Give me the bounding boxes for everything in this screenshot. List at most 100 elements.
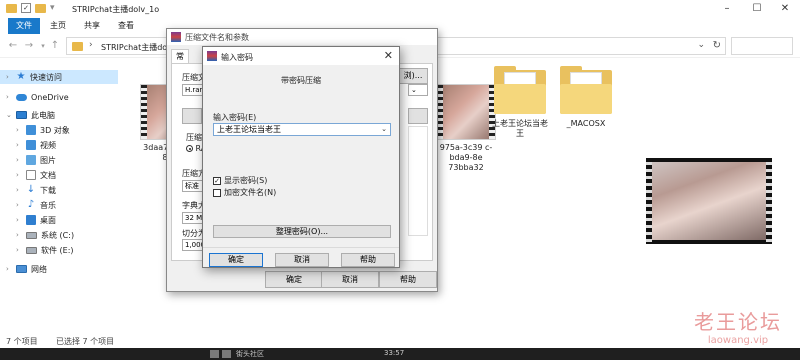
expand-icon[interactable]: › — [6, 93, 12, 101]
taskbar: 街头社区 33:57 — [0, 348, 800, 360]
sidebar-item-music[interactable]: › ♪ 音乐 — [16, 198, 56, 212]
sidebar-item-label: 快速访问 — [30, 72, 62, 82]
sidebar-item-drive-e[interactable]: › 软件 (E:) — [16, 243, 74, 257]
expand-icon[interactable]: › — [16, 246, 22, 254]
expand-icon[interactable]: › — [16, 171, 22, 179]
taskbar-item-label[interactable]: 街头社区 — [236, 349, 264, 359]
sidebar-item-label: 图片 — [40, 155, 56, 165]
organize-passwords-button[interactable]: 整理密码(O)... — [213, 225, 391, 238]
sidebar-item-label: 音乐 — [40, 200, 56, 210]
back-icon[interactable]: ← — [6, 39, 20, 53]
sidebar-item-quick-access[interactable]: › ★ 快速访问 — [0, 70, 118, 84]
cancel-button[interactable]: 取消 — [275, 253, 329, 267]
password-label: 输入密码(E) — [213, 113, 257, 122]
expand-icon[interactable]: › — [16, 231, 22, 239]
app-icon[interactable] — [222, 350, 231, 358]
sidebar-item-label: 系统 (C:) — [41, 230, 75, 240]
sidebar-item-onedrive[interactable]: › OneDrive — [6, 90, 69, 104]
drive-icon — [26, 246, 37, 254]
encrypt-file-names-checkbox[interactable]: 加密文件名(N) — [213, 187, 276, 198]
folder-icon — [494, 66, 546, 116]
sidebar-item-this-pc[interactable]: ⌄ 此电脑 — [6, 108, 55, 122]
help-button[interactable]: 帮助 — [379, 271, 437, 288]
video-preview-thumbnail — [646, 158, 772, 244]
customize-toolbar-icon[interactable]: ▾ — [50, 3, 55, 13]
video-icon — [26, 140, 36, 150]
up-icon[interactable]: ↑ — [48, 39, 62, 53]
sidebar-item-pictures[interactable]: › 图片 — [16, 153, 56, 167]
sidebar-item-label: 3D 对象 — [40, 125, 70, 135]
minimize-button[interactable]: – — [712, 0, 742, 18]
folder-icon — [560, 66, 612, 116]
expand-icon[interactable]: › — [16, 126, 22, 134]
cancel-button[interactable]: 取消 — [321, 271, 379, 288]
file-name: 上老王论坛当老 王 — [492, 119, 548, 138]
dialog-heading: 带密码压缩 — [281, 76, 321, 85]
dialog-title-bar: 压缩文件名和参数 — [167, 29, 437, 45]
dialog-title: 压缩文件名和参数 — [185, 33, 249, 42]
forward-icon[interactable]: → — [22, 39, 36, 53]
expand-icon[interactable]: › — [16, 141, 22, 149]
dialog-title: 输入密码 — [221, 53, 253, 62]
chevron-down-icon[interactable]: ⌄ — [697, 40, 705, 50]
tab-view[interactable]: 查看 — [110, 18, 142, 34]
tab-share[interactable]: 共享 — [76, 18, 108, 34]
password-input[interactable]: 上老王论坛当老王 ⌄ — [213, 123, 391, 136]
expand-icon[interactable]: › — [6, 73, 12, 81]
maximize-button[interactable]: ☐ — [742, 0, 772, 18]
sidebar-item-label: 桌面 — [40, 215, 56, 225]
password-value: 上老王论坛当老王 — [217, 125, 281, 134]
file-name: 975a-3c39 c-bda9-8e 73bba32 — [439, 143, 493, 172]
checkbox-unchecked-icon — [213, 188, 221, 197]
refresh-icon[interactable]: ↻ — [713, 40, 721, 51]
watermark-text: 老王论坛 — [694, 310, 782, 334]
sidebar-item-downloads[interactable]: › ↓ 下载 — [16, 183, 56, 197]
sidebar-item-videos[interactable]: › 视频 — [16, 138, 56, 152]
expand-icon[interactable]: › — [6, 265, 12, 273]
tab-general[interactable]: 常规 — [171, 49, 189, 74]
sidebar-item-documents[interactable]: › 文档 — [16, 168, 56, 182]
show-password-label: 显示密码(S) — [224, 176, 268, 185]
download-icon: ↓ — [26, 184, 36, 195]
divider — [203, 247, 399, 248]
options-button[interactable] — [408, 108, 428, 124]
sidebar-item-3d-objects[interactable]: › 3D 对象 — [16, 123, 70, 137]
show-password-checkbox[interactable]: ✓ 显示密码(S) — [213, 175, 267, 186]
folder-item[interactable]: 上老王论坛当老 王 — [488, 66, 552, 139]
tab-home[interactable]: 主页 — [42, 18, 74, 34]
sidebar-item-desktop[interactable]: › 桌面 — [16, 213, 56, 227]
sidebar-item-network[interactable]: › 网络 — [6, 262, 47, 276]
cloud-icon — [16, 93, 27, 101]
document-icon — [26, 170, 36, 180]
expand-icon[interactable]: ⌄ — [6, 111, 12, 119]
profiles-button[interactable] — [182, 108, 202, 124]
app-icon[interactable] — [210, 350, 219, 358]
expand-icon[interactable]: › — [16, 186, 22, 194]
chevron-down-icon[interactable]: ⌄ — [381, 124, 387, 135]
close-icon[interactable]: ✕ — [384, 49, 393, 62]
browse-button[interactable]: 浏)... — [398, 68, 428, 84]
expand-icon[interactable]: › — [16, 156, 22, 164]
ok-button[interactable]: 确定 — [265, 271, 323, 288]
breadcrumb-chevron-icon[interactable]: › — [89, 40, 93, 50]
new-folder-icon[interactable] — [35, 3, 46, 13]
close-button[interactable]: ✕ — [770, 0, 800, 18]
sidebar-item-label: 下载 — [40, 185, 56, 195]
navigation-pane: › ★ 快速访问 › OneDrive ⌄ 此电脑 › 3D 对象 › 视频 ›… — [0, 58, 118, 334]
properties-icon[interactable]: ✓ — [21, 3, 31, 13]
expand-icon[interactable]: › — [16, 216, 22, 224]
expand-icon[interactable]: › — [16, 201, 22, 209]
video-thumbnail — [436, 84, 496, 140]
ok-button[interactable]: 确定 — [209, 253, 263, 267]
folder-item[interactable]: _MACOSX — [554, 66, 618, 129]
status-bar: 7 个项目 已选择 7 个项目 — [0, 334, 800, 348]
search-input[interactable] — [731, 37, 793, 55]
password-dialog: 输入密码 ✕ 带密码压缩 输入密码(E) 上老王论坛当老王 ⌄ ✓ 显示密码(S… — [202, 46, 400, 268]
drive-icon — [26, 231, 37, 239]
sidebar-item-drive-c[interactable]: › 系统 (C:) — [16, 228, 74, 242]
archive-name-dropdown[interactable]: ⌄ — [408, 84, 428, 96]
tab-file[interactable]: 文件 — [8, 18, 40, 34]
computer-icon — [16, 111, 27, 119]
help-button[interactable]: 帮助 — [341, 253, 395, 267]
sidebar-item-label: 此电脑 — [31, 110, 55, 120]
